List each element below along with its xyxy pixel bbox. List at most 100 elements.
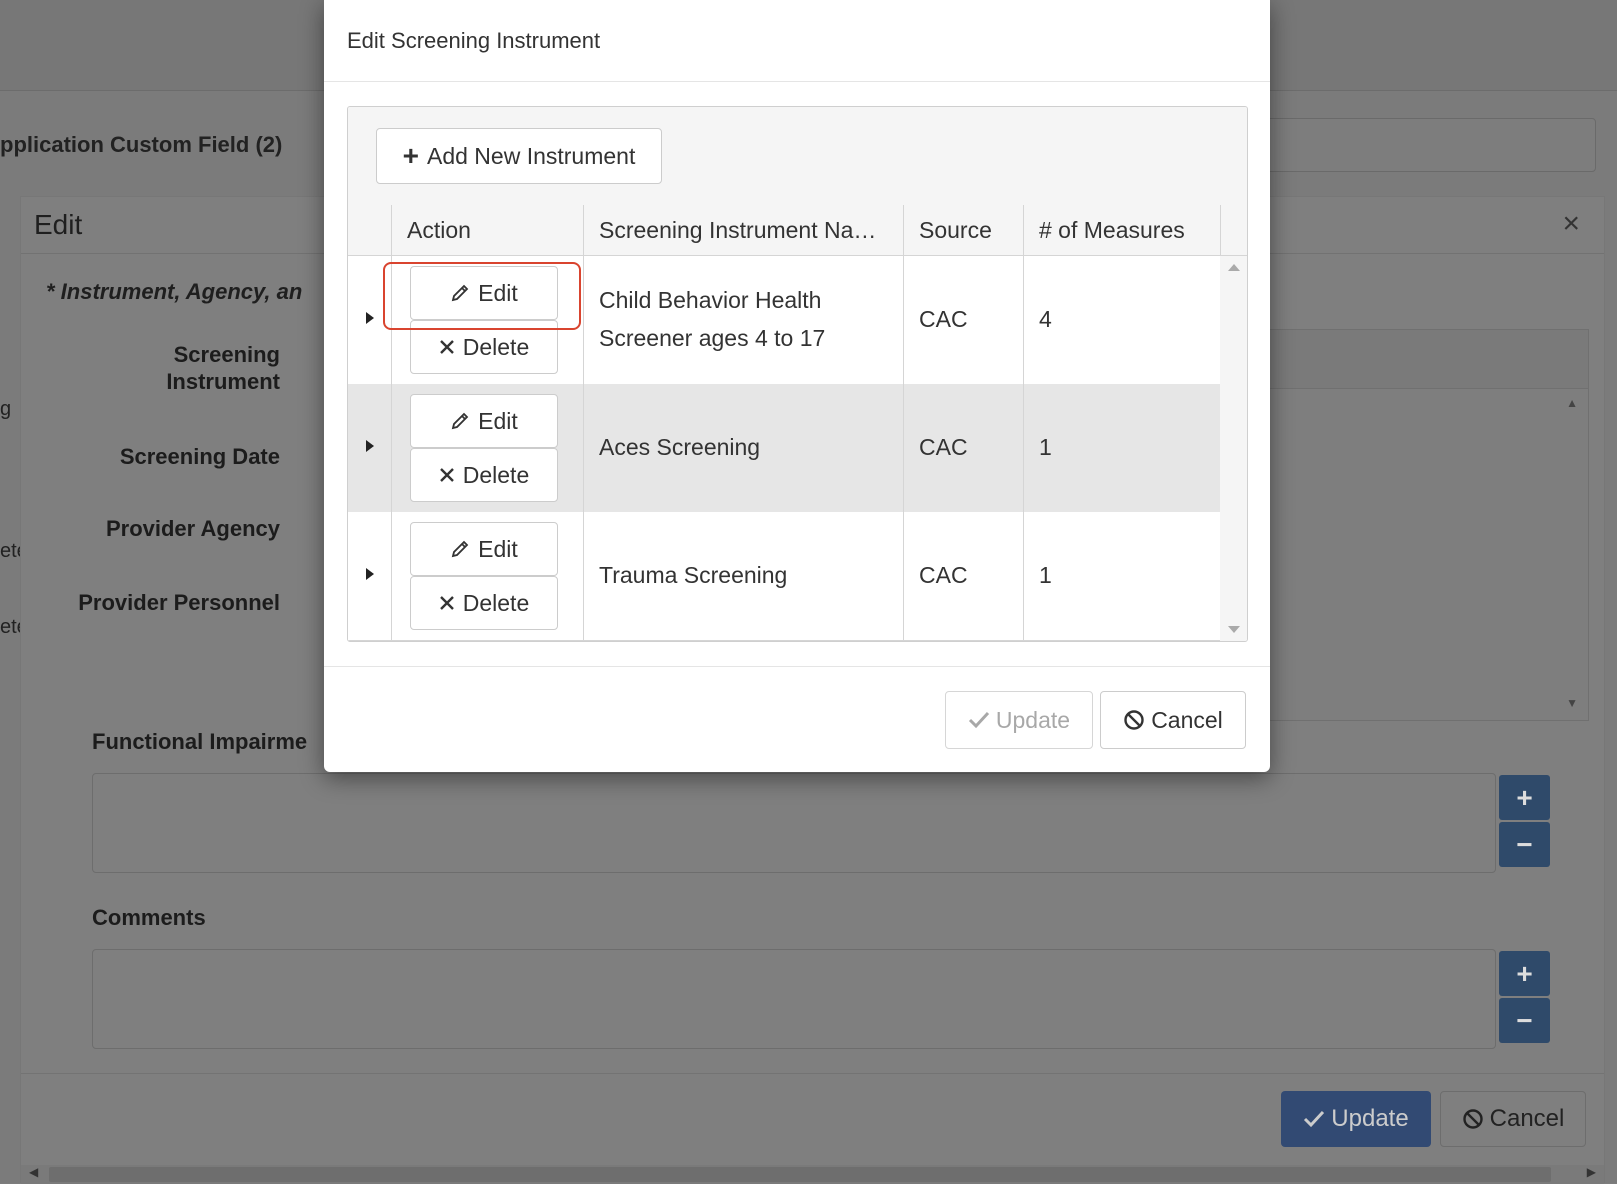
background-grid-header	[1270, 330, 1588, 389]
edit-cancel-button[interactable]: Cancel	[1440, 1091, 1586, 1147]
column-header-source[interactable]: Source	[903, 205, 1023, 255]
column-header-measures[interactable]: # of Measures	[1023, 205, 1220, 255]
functional-impairment-field[interactable]	[92, 773, 1496, 873]
background-section-title: pplication Custom Field (2)	[0, 132, 283, 157]
background-edge-text: g	[0, 398, 12, 420]
column-header-name[interactable]: Screening Instrument Na…	[583, 205, 903, 255]
check-icon	[968, 711, 990, 729]
background-input	[1260, 118, 1596, 172]
pencil-icon	[450, 539, 470, 559]
label-line: Instrument	[166, 369, 280, 394]
x-icon	[439, 595, 455, 611]
expand-plus-button[interactable]: +	[1499, 775, 1550, 820]
scrollbar-thumb[interactable]	[49, 1167, 1551, 1182]
modal-cancel-button[interactable]: Cancel	[1100, 691, 1246, 749]
name-cell: Child Behavior Health Screener ages 4 to…	[583, 256, 903, 384]
scroll-right-icon[interactable]: ▶	[1587, 1165, 1596, 1179]
button-label: Delete	[462, 589, 530, 616]
instrument-name-line: Child Behavior Health	[599, 287, 822, 313]
caret-right-icon[interactable]	[366, 568, 374, 580]
x-icon	[439, 339, 455, 355]
pencil-icon	[450, 411, 470, 431]
scroll-up-icon[interactable]	[1228, 264, 1240, 271]
button-label: Cancel	[1151, 706, 1223, 733]
highlight-outline	[383, 262, 581, 330]
modal-header: Edit Screening Instrument	[324, 0, 1270, 82]
button-label: Cancel	[1489, 1105, 1565, 1132]
grid-toolbar: + Add New Instrument	[348, 107, 1247, 206]
x-icon	[439, 467, 455, 483]
measures-value: 1	[1039, 562, 1052, 588]
source-cell: CAC	[903, 512, 1023, 640]
check-icon	[1303, 1110, 1325, 1128]
edit-row-button[interactable]: Edit	[410, 394, 558, 448]
edit-dialog-footer-divider	[21, 1073, 1604, 1074]
column-header-expand	[348, 205, 392, 255]
functional-impairment-label: Functional Impairme	[92, 729, 308, 754]
grid-header-row: Action Screening Instrument Na… Source #…	[348, 205, 1247, 256]
source-value: CAC	[919, 562, 968, 588]
plus-icon: +	[402, 140, 419, 171]
caret-right-icon[interactable]	[366, 312, 374, 324]
horizontal-scrollbar[interactable]: ◀ ▶	[21, 1165, 1604, 1184]
button-label: Delete	[462, 333, 530, 360]
collapse-minus-button[interactable]: −	[1499, 998, 1550, 1043]
caret-right-icon[interactable]	[366, 440, 374, 452]
button-label: Update	[1331, 1105, 1409, 1132]
source-value: CAC	[919, 434, 968, 460]
edit-row-button[interactable]: Edit	[410, 522, 558, 576]
table-row[interactable]: Edit Delete Trauma Screening CAC 1	[348, 512, 1220, 641]
source-cell: CAC	[903, 384, 1023, 512]
name-cell: Aces Screening	[583, 384, 903, 512]
instrument-name-line: Aces Screening	[599, 434, 761, 460]
column-header-spacer	[1220, 205, 1247, 255]
background-grid-panel: ▲ ▼	[1269, 329, 1589, 721]
required-fields-note: * Instrument, Agency, an	[46, 279, 303, 304]
modal-update-button[interactable]: Update	[945, 691, 1093, 749]
provider-agency-label: Provider Agency	[105, 516, 280, 541]
collapse-minus-button[interactable]: −	[1499, 822, 1550, 867]
instrument-name-line: Screener ages 4 to 17	[599, 325, 826, 351]
screening-instrument-label: Screening Instrument	[166, 341, 280, 395]
delete-row-button[interactable]: Delete	[410, 576, 558, 630]
name-cell: Trauma Screening	[583, 512, 903, 640]
vertical-scrollbar[interactable]	[1220, 256, 1247, 641]
button-label: Edit	[478, 535, 518, 562]
table-row[interactable]: Edit Delete Aces Screening CAC 1	[348, 384, 1220, 513]
instrument-name-line: Trauma Screening	[599, 562, 788, 588]
expand-cell[interactable]	[348, 512, 392, 640]
edit-update-button[interactable]: Update	[1281, 1091, 1431, 1147]
comments-field[interactable]	[92, 949, 1496, 1049]
measures-value: 4	[1039, 306, 1052, 332]
scroll-down-icon[interactable]	[1228, 626, 1240, 633]
provider-personnel-label: Provider Personnel	[78, 590, 280, 615]
measures-cell: 1	[1023, 384, 1220, 512]
source-value: CAC	[919, 306, 968, 332]
modal-title: Edit Screening Instrument	[347, 28, 601, 53]
button-label: Update	[995, 706, 1071, 733]
ban-icon	[1123, 709, 1145, 731]
label-line: Screening	[173, 342, 280, 367]
action-cell: Edit Delete	[391, 384, 583, 512]
comments-label: Comments	[92, 905, 206, 930]
screening-date-label: Screening Date	[119, 444, 280, 469]
add-new-instrument-button[interactable]: + Add New Instrument	[376, 128, 662, 184]
close-icon[interactable]: ×	[1562, 207, 1580, 241]
column-header-action[interactable]: Action	[391, 205, 583, 255]
expand-plus-button[interactable]: +	[1499, 951, 1550, 996]
measures-cell: 1	[1023, 512, 1220, 640]
measures-cell: 4	[1023, 256, 1220, 384]
scroll-down-icon[interactable]: ▼	[1566, 696, 1578, 710]
ban-icon	[1462, 1108, 1484, 1130]
edit-dialog-title: Edit	[34, 209, 83, 240]
button-label: Add New Instrument	[426, 142, 636, 169]
source-cell: CAC	[903, 256, 1023, 384]
expand-cell[interactable]	[348, 384, 392, 512]
modal-footer-divider	[324, 666, 1270, 667]
scroll-left-icon[interactable]: ◀	[29, 1165, 38, 1179]
scroll-up-icon[interactable]: ▲	[1566, 396, 1578, 410]
delete-row-button[interactable]: Delete	[410, 448, 558, 502]
measures-value: 1	[1039, 434, 1052, 460]
edit-screening-instrument-modal: Edit Screening Instrument + Add New Inst…	[324, 0, 1270, 772]
action-cell: Edit Delete	[391, 512, 583, 640]
